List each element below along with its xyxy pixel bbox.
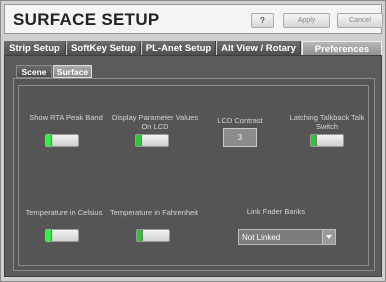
lcd-contrast-value[interactable]: 3	[223, 128, 257, 147]
led-indicator-icon	[137, 230, 143, 241]
temp-fahrenheit-label: Temperature in Fahrenheit	[110, 208, 198, 217]
window-title: SURFACE SETUP	[13, 10, 160, 29]
link-fader-banks-select[interactable]: Not Linked	[238, 229, 336, 245]
lcd-contrast-label: LCD Contrast	[217, 116, 263, 125]
subtab-surface[interactable]: Surface	[53, 65, 92, 78]
display-param-lcd-label: Display Parameter Values On LCD	[111, 113, 199, 131]
latching-talkback-toggle[interactable]	[310, 134, 344, 147]
tab-strip-setup[interactable]: Strip Setup	[4, 41, 66, 56]
help-button[interactable]: ?	[251, 13, 274, 28]
led-indicator-icon	[46, 135, 52, 146]
cancel-button[interactable]: Cancel	[337, 13, 383, 28]
surface-setup-window: SURFACE SETUP ? Apply Cancel Strip Setup…	[0, 0, 386, 282]
display-param-lcd-toggle[interactable]	[135, 134, 169, 147]
rta-peak-band-toggle[interactable]	[45, 134, 79, 147]
tab-alt-view-rotary[interactable]: Alt View / Rotary	[217, 41, 301, 56]
apply-button[interactable]: Apply	[283, 13, 330, 28]
tab-softkey-setup[interactable]: SoftKey Setup	[67, 41, 141, 56]
temp-celsius-toggle[interactable]	[45, 229, 79, 242]
tab-pl-anet-setup[interactable]: PL-Anet Setup	[142, 41, 216, 56]
rta-peak-band-label: Show RTA Peak Band	[29, 113, 103, 122]
led-indicator-icon	[136, 135, 142, 146]
title-bar: SURFACE SETUP ? Apply Cancel	[4, 4, 383, 34]
main-tabs: Strip Setup SoftKey Setup PL-Anet Setup …	[4, 41, 382, 56]
link-fader-banks-value: Not Linked	[242, 233, 281, 242]
chevron-down-icon[interactable]	[322, 230, 335, 244]
tab-preferences[interactable]: Preferences	[302, 41, 382, 56]
led-indicator-icon	[46, 230, 52, 241]
led-indicator-icon	[311, 135, 317, 146]
subtab-scene[interactable]: Scene	[16, 65, 52, 78]
latching-talkback-label: Latching Talkback Talk Switch	[289, 113, 365, 131]
temp-celsius-label: Temperature in Celsius	[25, 208, 103, 217]
temp-fahrenheit-toggle[interactable]	[136, 229, 170, 242]
link-fader-banks-label: Link Fader Banks	[246, 207, 306, 216]
